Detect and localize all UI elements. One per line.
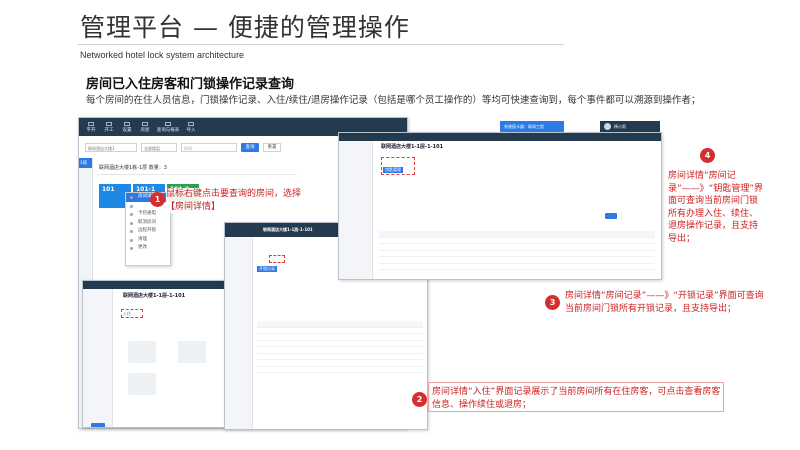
menu-item[interactable]: 更改: [126, 244, 170, 253]
export-button[interactable]: [605, 213, 617, 219]
detail-sidebar: [225, 237, 253, 429]
nav-item[interactable]: 设置: [119, 122, 135, 133]
detail-sidebar: [339, 141, 373, 279]
nav-item[interactable]: 查询与报表: [155, 122, 181, 133]
search-button[interactable]: 查询: [241, 143, 259, 152]
section-description: 每个房间的在住人员信息，门锁操作记录、入住/续住/退房操作记录（包括是哪个员工操…: [86, 95, 701, 106]
nav-icon: [188, 122, 194, 126]
annotation-badge-2: 2: [412, 392, 427, 407]
reset-button[interactable]: 重置: [263, 143, 281, 152]
tab-checkin[interactable]: 入住: [123, 311, 131, 317]
building-row-label: 联网酒店大楼1栋-1层 数量：3: [99, 165, 167, 171]
annotation-4-text: 房间详情“房间记录”——》“钥匙管理”界面可查询当前房间门锁所有办理入住、续住、…: [668, 170, 766, 245]
nav-icon: [124, 122, 130, 126]
room-title: 联网酒店大楼1-1层-1-101: [123, 293, 186, 299]
nav-icon: [142, 122, 148, 126]
operator-card-button[interactable]: 系统值卡器：联网工程: [500, 121, 564, 132]
room-context-menu: 房间详情 卡控通电 取消房间 远程开锁 清理 更改: [125, 192, 171, 266]
room-title: 联网酒店大楼1-1层-1-101: [263, 227, 313, 232]
section-heading: 房间已入住房客和门锁操作记录查询: [86, 77, 295, 92]
guest-card[interactable]: [128, 373, 156, 395]
floor-select[interactable]: 全部楼层: [141, 143, 177, 152]
avatar: [604, 123, 611, 130]
room-record-tab-highlight[interactable]: [269, 255, 285, 263]
tree-node[interactable]: 1栋: [79, 158, 92, 168]
nav-item[interactable]: 房屋: [137, 122, 153, 133]
menu-item[interactable]: 卡控通电: [126, 210, 170, 219]
nav-item[interactable]: 导入: [183, 122, 199, 133]
guest-card[interactable]: [178, 341, 206, 363]
title-divider: [78, 44, 564, 45]
room-search-input[interactable]: 房间: [181, 143, 237, 152]
tab-unlock-record[interactable]: 开锁记录: [257, 266, 277, 272]
nav-icon: [165, 122, 171, 126]
annotation-badge-1: 1: [150, 192, 165, 207]
user-menu[interactable]: 杨小男: [600, 121, 660, 132]
annotation-3-text: 房间详情“房间记录”——》“开锁记录”界面可查询当前房间门锁所有开锁记录，且支持…: [565, 290, 765, 315]
annotation-2-frame: [428, 382, 724, 412]
slide-title: 管理平台 — 便捷的管理操作: [80, 13, 410, 42]
unlock-record-table: [257, 321, 423, 373]
menu-item[interactable]: 取消房间: [126, 219, 170, 228]
window-bar: [339, 133, 661, 141]
annotation-badge-3: 3: [545, 295, 560, 310]
detail-sidebar: [83, 289, 113, 427]
key-management-screenshot: 联网酒店大楼1-1层-1-101 钥匙管理: [338, 132, 662, 280]
bottom-button[interactable]: [91, 423, 105, 427]
nav-icon: [88, 122, 94, 126]
room-title: 联网酒店大楼1-1层-1-101: [381, 144, 444, 150]
divider: [97, 174, 297, 175]
guest-card[interactable]: [128, 341, 156, 363]
annotation-badge-4: 4: [700, 148, 715, 163]
nav-icon: [106, 122, 112, 126]
menu-item[interactable]: 清理: [126, 236, 170, 245]
nav-item[interactable]: 开工: [101, 122, 117, 133]
slide-subtitle: Networked hotel lock system architecture: [80, 50, 245, 60]
annotation-1-text: 鼠标右键点击要查询的房间，选择【房间详情】: [166, 188, 316, 213]
table-row: [379, 264, 655, 270]
menu-item[interactable]: 远程开锁: [126, 227, 170, 236]
building-select[interactable]: 联网酒店大楼1: [85, 143, 137, 152]
nav-item[interactable]: 平开: [83, 122, 99, 133]
key-record-table: [379, 231, 655, 270]
tab-key-management[interactable]: 钥匙管理: [383, 167, 403, 173]
table-row: [257, 367, 423, 373]
